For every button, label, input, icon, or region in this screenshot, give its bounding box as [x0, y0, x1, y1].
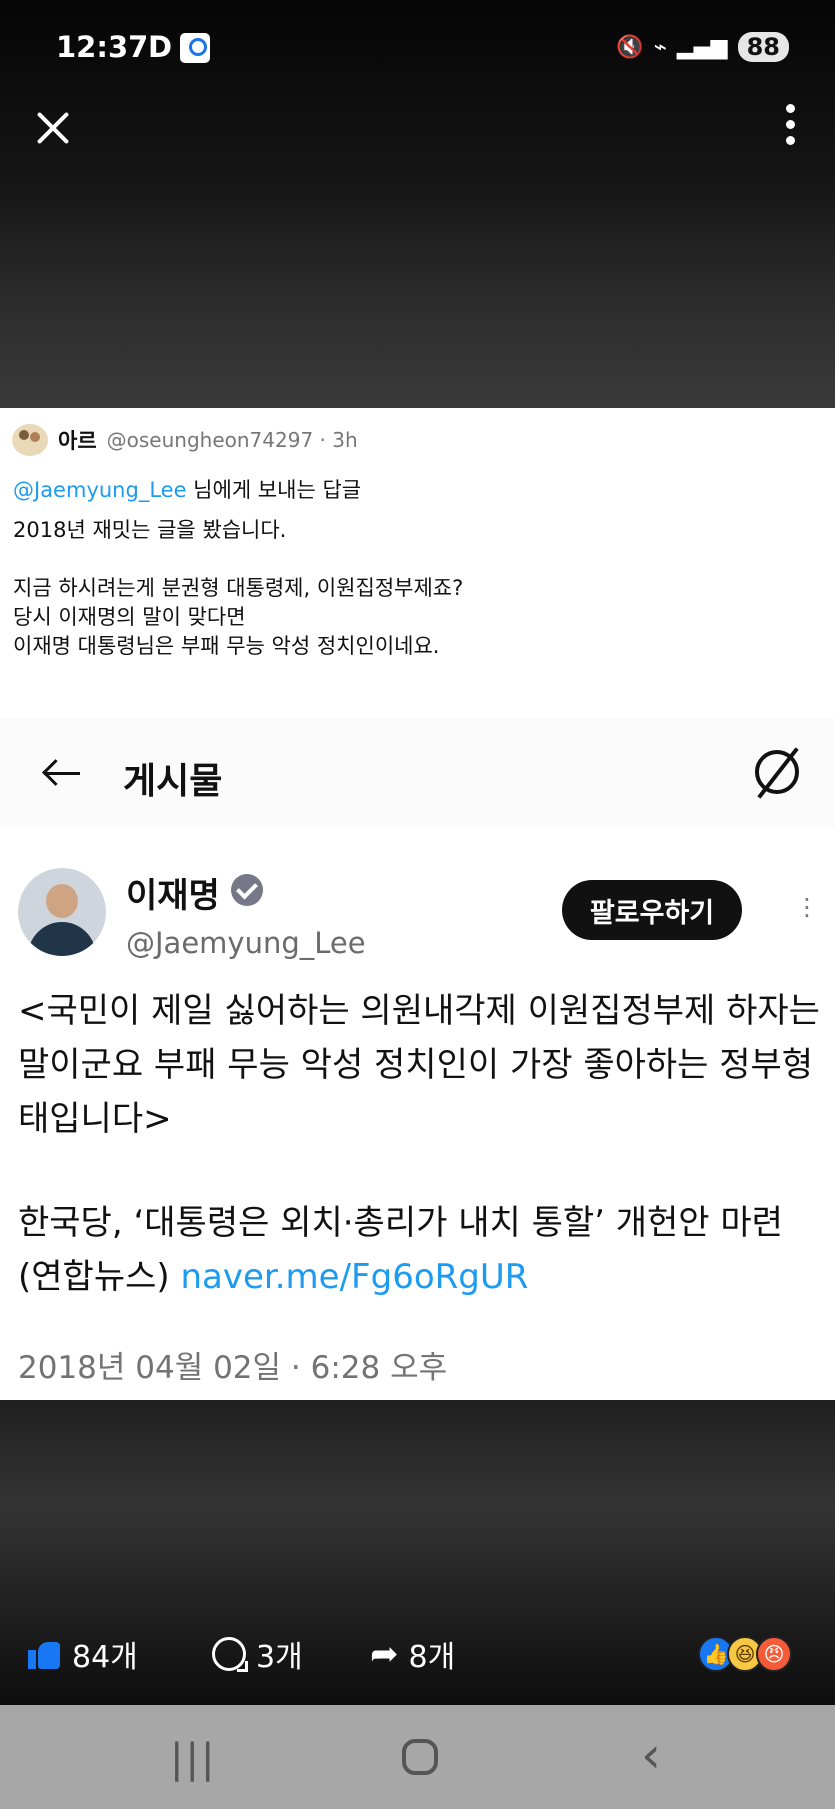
- comment-button[interactable]: 3개: [212, 1632, 303, 1676]
- reply-mention-link[interactable]: @Jaemyung_Lee: [13, 478, 187, 502]
- status-time: 12:37: [56, 30, 149, 64]
- more-dot: [785, 120, 795, 129]
- reply-to-line: @Jaemyung_Lee 님에게 보내는 답글: [13, 474, 361, 504]
- grok-icon[interactable]: [755, 750, 799, 794]
- comment-bubble-icon: [212, 1637, 248, 1672]
- android-navigation-bar: ||| ‹: [0, 1705, 835, 1809]
- thumbs-up-icon: [28, 1637, 62, 1671]
- post-text: <국민이 제일 싫어하는 의원내각제 이원집정부제 하자는 말이군요 부패 무능…: [18, 991, 820, 1139]
- status-bar: 12:37 D 🔇 ⌁ ▂▄▆ 88: [0, 0, 835, 100]
- post-link[interactable]: naver.me/Fg6oRgUR: [180, 1257, 528, 1297]
- reply-avatar: [12, 424, 48, 456]
- post-actions-row: 84개 3개 ➦ 8개 👍 😆 😠: [0, 1632, 835, 1692]
- vertical-more-icon[interactable]: [783, 104, 797, 150]
- like-button[interactable]: 84개: [28, 1632, 138, 1676]
- post-date: 2018년 04월 02일 · 6:28 오후: [18, 1350, 448, 1386]
- recent-apps-icon[interactable]: |||: [170, 1736, 216, 1782]
- reply-header: 아르 @oseungheon74297 · 3h: [12, 424, 358, 456]
- map-notification-icon: [180, 33, 210, 63]
- back-arrow-icon[interactable]: [42, 758, 82, 788]
- post-page-title: 게시물: [123, 761, 223, 802]
- signal-icon: ▂▄▆: [676, 34, 728, 60]
- share-count: 8개: [408, 1640, 456, 1675]
- status-d-indicator: D: [148, 30, 173, 64]
- home-icon[interactable]: [402, 1739, 438, 1775]
- reply-to-text: 님에게 보내는 답글: [186, 478, 362, 502]
- angry-reaction-icon: 😠: [756, 1636, 792, 1672]
- share-button[interactable]: ➦ 8개: [370, 1632, 455, 1676]
- comment-count: 3개: [256, 1640, 303, 1675]
- status-indicators: 🔇 ⌁ ▂▄▆ 88: [616, 32, 789, 62]
- wifi-icon: ⌁: [653, 34, 667, 60]
- author-name[interactable]: 이재명: [126, 868, 220, 917]
- reply-body: 2018년 재밋는 글을 봤습니다. 지금 하시려는게 분권형 대통령제, 이원…: [13, 518, 464, 658]
- shared-screenshot-image: 아르 @oseungheon74297 · 3h @Jaemyung_Lee 님…: [0, 408, 835, 1400]
- mute-icon: 🔇: [616, 34, 644, 60]
- reply-author-meta: @oseungheon74297 · 3h: [106, 428, 358, 452]
- close-icon[interactable]: [30, 105, 76, 151]
- like-count: 84개: [72, 1640, 138, 1675]
- post-navigation-bar: 게시물: [0, 718, 835, 828]
- more-dot: [785, 104, 795, 113]
- author-avatar[interactable]: [18, 868, 106, 956]
- share-arrow-icon: ➦: [370, 1634, 399, 1674]
- back-icon[interactable]: ‹: [641, 1730, 661, 1780]
- follow-button[interactable]: 팔로우하기: [562, 880, 742, 940]
- reaction-summary[interactable]: 👍 😆 😠: [698, 1636, 818, 1676]
- battery-indicator: 88: [737, 32, 789, 62]
- author-handle[interactable]: @Jaemyung_Lee: [126, 926, 366, 960]
- post-link-line: 한국당, ‘대통령은 외치·총리가 내치 통할’ 개헌안 마련 (연합뉴스) n…: [18, 1196, 823, 1304]
- reply-author-name: 아르: [58, 429, 97, 453]
- profile-more-icon[interactable]: ⋮: [795, 895, 819, 919]
- more-dot: [785, 136, 795, 145]
- verified-badge-icon: [231, 874, 263, 906]
